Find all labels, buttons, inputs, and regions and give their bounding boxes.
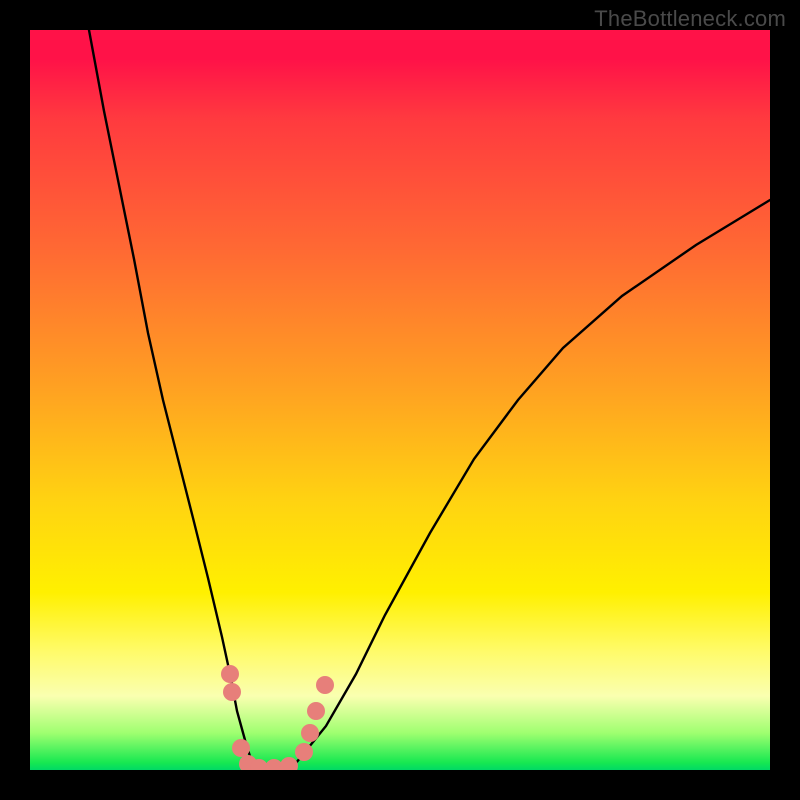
marker [295,743,313,761]
marker [280,757,298,770]
bottleneck-curve [30,30,770,770]
marker [232,739,250,757]
marker [316,676,334,694]
chart-frame: TheBottleneck.com [0,0,800,800]
watermark-text: TheBottleneck.com [594,6,786,32]
marker [307,702,325,720]
marker [301,724,319,742]
plot-area [30,30,770,770]
marker [221,665,239,683]
marker [223,683,241,701]
curve-path [89,30,770,770]
